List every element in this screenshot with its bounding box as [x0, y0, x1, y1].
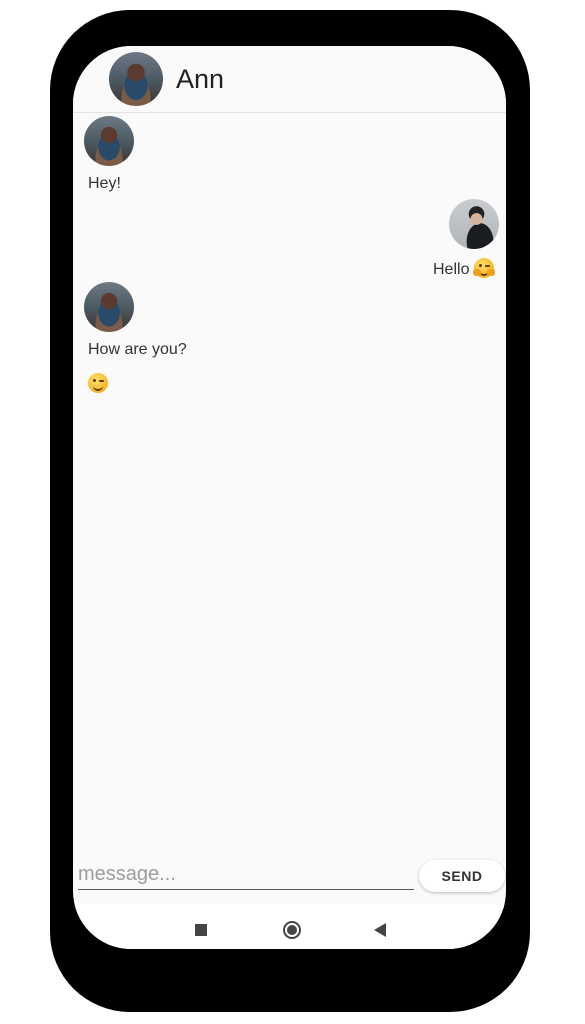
message-input[interactable]: [78, 861, 412, 887]
message-input-underline: [78, 889, 414, 890]
contact-name: Ann: [176, 64, 225, 94]
send-button[interactable]: SEND: [419, 860, 505, 892]
message-text-content: Hello: [433, 261, 470, 278]
chat-header: Ann: [73, 46, 506, 113]
chat-screen: Ann Hey! Hello How are you? SEND: [73, 46, 506, 949]
sender-avatar: [84, 282, 134, 332]
message-emoji: [88, 373, 108, 394]
hugging-face-emoji-icon: [472, 258, 495, 278]
winking-face-emoji-icon: [88, 373, 108, 393]
sender-avatar: [84, 116, 134, 166]
message-text: How are you?: [88, 341, 187, 358]
home-icon[interactable]: [283, 921, 301, 939]
message-text: Hey!: [88, 175, 121, 192]
back-icon[interactable]: [374, 923, 386, 937]
my-avatar: [449, 199, 499, 249]
recents-icon[interactable]: [195, 924, 207, 936]
contact-avatar[interactable]: [109, 52, 163, 106]
message-text: Hello: [433, 258, 495, 279]
system-navbar: [73, 904, 506, 949]
